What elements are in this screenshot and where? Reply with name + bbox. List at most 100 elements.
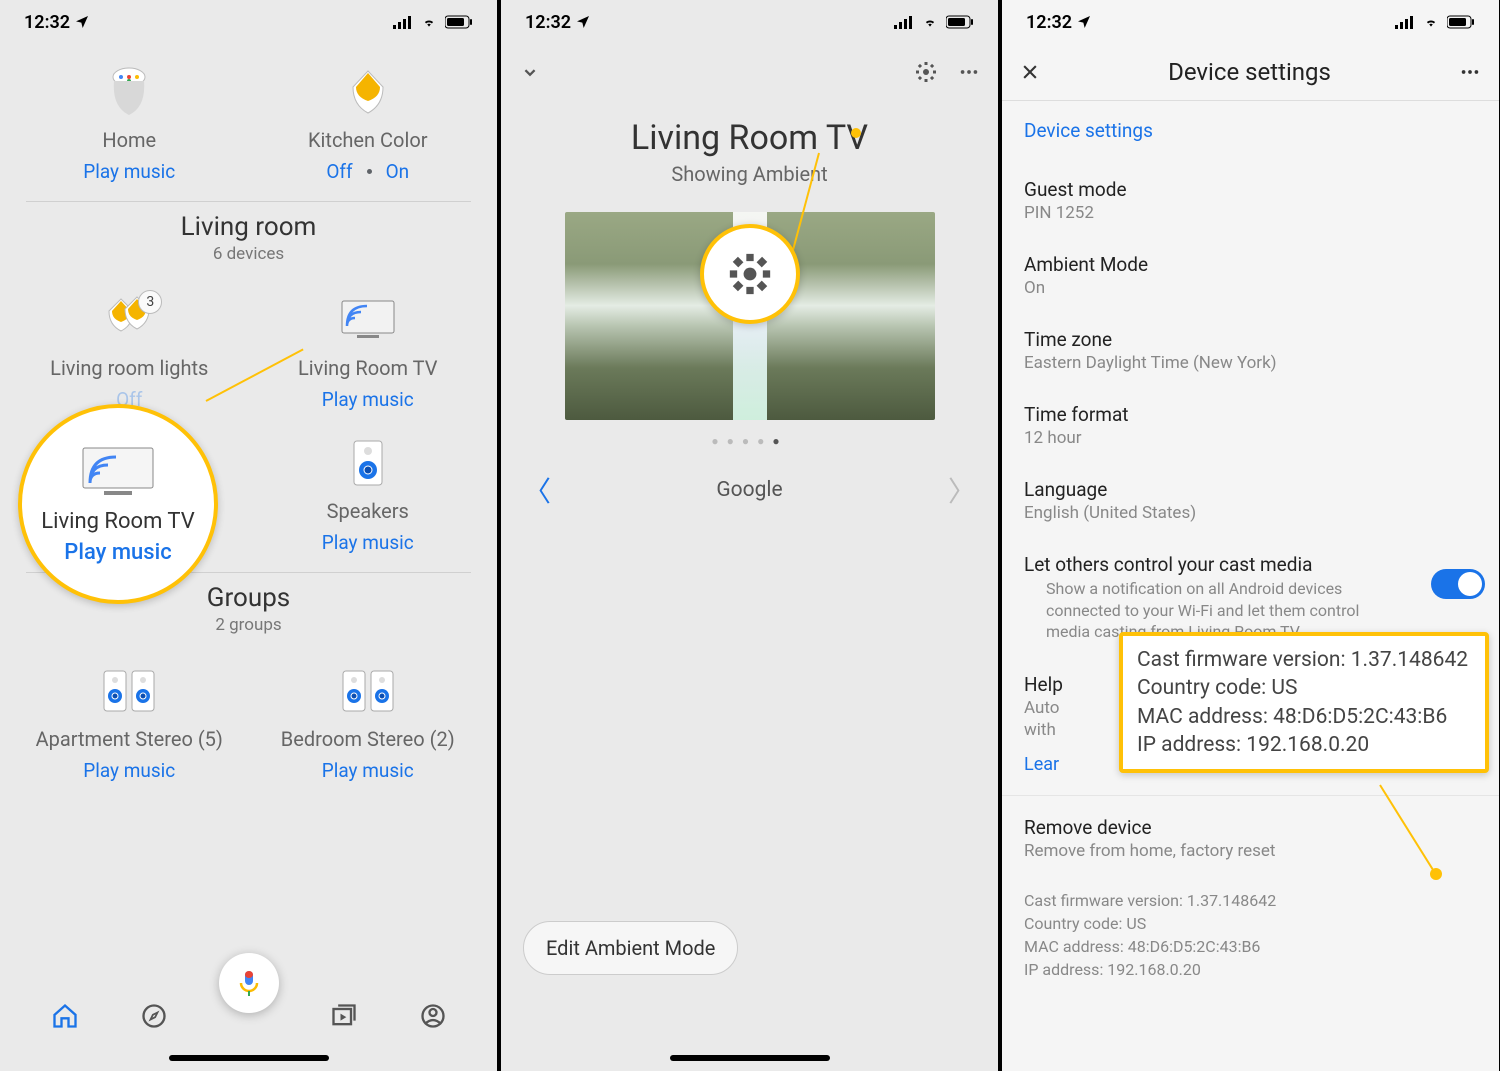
setting-key: Ambient Mode [1024,253,1477,276]
battery-icon [946,15,974,29]
tile-label: Home [14,128,245,152]
tile-label: Living room lights [14,356,245,380]
device-tile-living-room-lights[interactable]: 3 Living room lights Off [10,282,249,425]
device-tile-kitchen-color[interactable]: Kitchen Color Off On [249,54,488,197]
setting-value: On [1024,278,1477,298]
callout-label: Living Room TV [41,509,194,534]
info-mac: MAC address: 48:D6:D5:2C:43:B6 [1024,935,1477,958]
home-indicator [169,1055,329,1061]
callout-mac: MAC address: 48:D6:D5:2C:43:B6 [1137,703,1471,731]
on-link[interactable]: On [386,160,410,183]
clock: 12:32 [24,12,70,33]
device-info-block: Cast firmware version: 1.37.148642 Count… [1002,877,1499,994]
group-tile-bedroom-stereo[interactable]: Bedroom Stereo (2) Play music [249,653,488,796]
cast-tv-icon [333,290,403,350]
cellular-icon [894,15,914,29]
tile-label: Bedroom Stereo (2) [253,727,484,751]
play-music-link[interactable]: Play music [253,388,484,411]
google-home-icon [94,62,164,122]
cast-tv-icon [78,443,158,501]
setting-key: Remove device [1024,816,1477,839]
speaker-icon [333,433,403,493]
info-country: Country code: US [1024,912,1477,935]
play-music-link[interactable]: Play music [14,759,245,782]
device-tile-living-room-tv[interactable]: Living Room TV Play music [249,282,488,425]
callout-ip: IP address: 192.168.0.20 [1137,731,1471,759]
nav-media-icon[interactable] [330,1002,358,1030]
location-arrow-icon [1076,14,1092,30]
setting-value: PIN 1252 [1024,203,1477,223]
group-tile-apartment-stereo[interactable]: Apartment Stereo (5) Play music [10,653,249,796]
setting-key: Time zone [1024,328,1477,351]
setting-key: Let others control your cast media [1024,553,1477,576]
annotation-callout-device-info: Cast firmware version: 1.37.148642 Count… [1119,632,1489,773]
location-arrow-icon [575,14,591,30]
section-subtitle: 2 groups [0,615,497,635]
setting-value: English (United States) [1024,503,1477,523]
battery-icon [1447,15,1475,29]
play-music-link[interactable]: Play music [253,531,484,554]
callout-country: Country code: US [1137,674,1471,702]
play-music-link[interactable]: Play music [253,759,484,782]
device-tile-home[interactable]: Home Play music [10,54,249,197]
cellular-icon [393,15,413,29]
callout-action: Play music [64,540,171,565]
setting-language[interactable]: Language English (United States) [1002,464,1499,539]
device-settings-link[interactable]: Device settings [1002,101,1499,164]
device-tile-speakers[interactable]: Speakers Play music [249,425,488,568]
more-menu-icon[interactable] [1459,61,1481,83]
setting-key: Time format [1024,403,1477,426]
voice-assistant-button[interactable] [219,953,279,1013]
setting-time-format[interactable]: Time format 12 hour [1002,389,1499,464]
speakers-group-icon [333,661,403,721]
device-status: Showing Ambient [501,162,998,186]
nav-home-icon[interactable] [51,1002,79,1030]
speakers-group-icon [94,661,164,721]
location-arrow-icon [74,14,90,30]
carousel-next-icon[interactable]: 〉 [948,470,976,510]
home-indicator [670,1055,830,1061]
annotation-callout-gear [700,224,800,324]
wifi-icon [920,15,940,29]
setting-guest-mode[interactable]: Guest mode PIN 1252 [1002,164,1499,239]
setting-ambient-mode[interactable]: Ambient Mode On [1002,239,1499,314]
screen-device-settings: 12:32 Device settings Device settings Gu… [1002,0,1499,1071]
screen-device-detail: 12:32 Living Room TV Showing Ambient ●●●… [501,0,998,1071]
close-icon[interactable] [1020,62,1040,82]
setting-key: Language [1024,478,1477,501]
cellular-icon [1395,15,1415,29]
setting-value: 12 hour [1024,428,1477,448]
gear-icon [728,252,772,296]
tile-label: Kitchen Color [253,128,484,152]
section-subtitle: 6 devices [0,244,497,264]
device-title: Living Room TV [501,118,998,158]
status-bar: 12:32 [0,0,497,44]
edit-ambient-label: Edit Ambient Mode [546,936,715,960]
divider [26,201,471,202]
play-music-link[interactable]: Play music [14,160,245,183]
toggle-switch[interactable] [1431,569,1485,599]
pager-dots: ●●●●● [501,434,998,448]
tile-label: Apartment Stereo (5) [14,727,245,751]
more-menu-icon[interactable] [958,61,980,83]
tile-label: Living Room TV [253,356,484,380]
annotation-dot [1430,868,1442,880]
annotation-dot [851,128,861,138]
annotation-callout-living-room-tv: Living Room TV Play music [18,404,218,604]
setting-timezone[interactable]: Time zone Eastern Daylight Time (New Yor… [1002,314,1499,389]
nav-discover-icon[interactable] [140,1002,168,1030]
off-link[interactable]: Off [326,160,352,183]
info-firmware: Cast firmware version: 1.37.148642 [1024,889,1477,912]
screen-home: 12:32 Home Play music [0,0,497,1071]
clock: 12:32 [1026,12,1072,33]
setting-remove-device[interactable]: Remove device Remove from home, factory … [1002,795,1499,877]
page-title: Device settings [1168,58,1331,86]
back-chevron-icon[interactable] [519,61,541,83]
info-ip: IP address: 192.168.0.20 [1024,958,1477,981]
settings-gear-icon[interactable] [914,60,938,84]
bulbs-icon: 3 [94,290,164,350]
carousel-prev-icon[interactable]: 〈 [523,470,551,510]
battery-icon [445,15,473,29]
edit-ambient-button[interactable]: Edit Ambient Mode [523,921,738,975]
nav-account-icon[interactable] [419,1002,447,1030]
